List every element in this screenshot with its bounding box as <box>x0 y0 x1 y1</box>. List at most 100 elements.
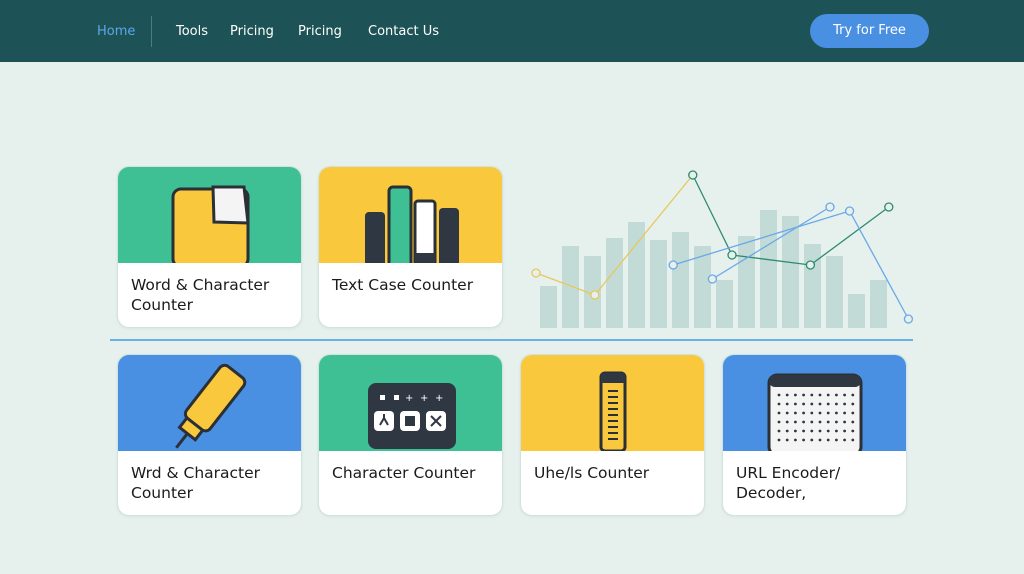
tool-card-wrd-character-counter[interactable]: Wrd & Character Counter <box>117 354 302 516</box>
grid-dot <box>794 429 797 433</box>
chart-point <box>825 202 835 212</box>
card-art <box>118 167 301 263</box>
chart-bar <box>870 280 887 328</box>
grid-dot <box>794 420 797 424</box>
chart-point <box>531 268 541 278</box>
grid-dot <box>843 438 846 442</box>
grid-dot <box>802 438 805 442</box>
analytics-chart <box>528 170 920 335</box>
grid-dot <box>826 411 830 415</box>
grid-dot <box>851 411 855 415</box>
grid-dot <box>785 411 789 415</box>
svg-text:+: + <box>405 393 413 404</box>
chart-point <box>884 202 894 212</box>
grid-dot <box>802 393 805 397</box>
try-for-free-button[interactable]: Try for Free <box>810 14 929 48</box>
nav-link-contact-us[interactable]: Contact Us <box>368 24 439 40</box>
chart-point <box>844 206 855 216</box>
grid-dot <box>818 393 822 397</box>
grid-dot <box>777 393 781 397</box>
chart-point <box>805 260 816 270</box>
tool-card-character-counter[interactable]: + + + Character Counter <box>318 354 503 516</box>
card-title: Word & Character Counter <box>131 276 270 314</box>
card-title: Wrd & Character Counter <box>131 464 261 502</box>
chart-bar <box>540 286 557 328</box>
chart-bar <box>738 236 755 328</box>
nav-link-tools[interactable]: Tools <box>176 24 208 40</box>
grid-dot <box>810 411 814 415</box>
card-title: Text Case Counter <box>332 276 474 294</box>
chart-bar <box>716 280 733 328</box>
chart-point <box>727 250 737 260</box>
chart-bar <box>782 216 799 328</box>
tool-card-uhels-counter[interactable]: Uhe/ls Counter <box>520 354 705 516</box>
grid-dot <box>777 420 781 424</box>
nav-divider <box>151 16 152 47</box>
grid-dot <box>826 402 830 406</box>
keypad-icon: + + + <box>368 383 456 449</box>
chart-point <box>688 170 698 180</box>
grid-dot <box>810 438 814 442</box>
chart-point <box>707 274 718 284</box>
grid-dot <box>843 420 846 424</box>
chart-point <box>668 260 678 270</box>
grid-dot <box>802 420 805 424</box>
bar-chart-icon <box>365 185 459 263</box>
svg-text:+: + <box>420 393 428 404</box>
grid-dot <box>785 438 789 442</box>
grid-dot <box>835 411 838 415</box>
grid-dot <box>818 411 822 415</box>
grid-dot <box>826 438 830 442</box>
chart-bar <box>760 210 777 328</box>
grid-dot <box>777 438 781 442</box>
grid-dot <box>802 411 805 415</box>
grid-dot <box>843 393 846 397</box>
grid-dot <box>802 429 805 433</box>
grid-dot <box>777 429 781 433</box>
nav-link-pricing[interactable]: Pricing <box>230 24 274 40</box>
grid-dot <box>835 429 838 433</box>
grid-dot <box>851 429 855 433</box>
grid-dot <box>802 402 805 406</box>
ruler-icon <box>599 371 627 451</box>
card-art <box>723 355 906 451</box>
chart-bar <box>826 256 843 328</box>
section-divider <box>110 339 913 341</box>
tool-card-url-encoder-decoder[interactable]: URL Encoder/ Decoder, <box>722 354 907 516</box>
grid-dot <box>818 420 822 424</box>
highlighter-icon <box>175 363 247 449</box>
nav-link-home[interactable]: Home <box>97 24 135 40</box>
tool-card-text-case-counter[interactable]: Text Case Counter <box>318 166 503 328</box>
card-title: Uhe/ls Counter <box>534 464 650 482</box>
tool-card-word-character-counter[interactable]: Word & Character Counter <box>117 166 302 328</box>
chart-point <box>590 290 600 300</box>
grid-dot <box>826 429 830 433</box>
grid-dot <box>777 402 781 406</box>
dot-grid-icon <box>767 373 863 451</box>
grid-dot <box>835 420 838 424</box>
chart-bar <box>672 232 689 328</box>
grid-dot <box>777 411 781 415</box>
grid-dot <box>843 411 846 415</box>
grid-dot <box>794 411 797 415</box>
nav-link-pricing-2[interactable]: Pricing <box>298 24 342 40</box>
card-title: URL Encoder/ Decoder, <box>736 464 841 502</box>
card-art: + + + <box>319 355 502 451</box>
grid-dot <box>835 402 838 406</box>
grid-dot <box>810 420 814 424</box>
grid-dot <box>785 402 789 406</box>
grid-dot <box>810 429 814 433</box>
grid-dot <box>826 420 830 424</box>
grid-dot <box>794 393 797 397</box>
chart-bar <box>562 246 579 328</box>
grid-dot <box>851 420 855 424</box>
chart-bar <box>804 244 821 328</box>
grid-dot <box>843 429 846 433</box>
chart-point <box>903 314 914 324</box>
grid-dot <box>818 402 822 406</box>
top-navbar: Home Tools Pricing Pricing Contact Us Tr… <box>0 0 1024 62</box>
analytics-chart-svg <box>531 170 914 328</box>
svg-text:+: + <box>435 393 443 404</box>
grid-dot <box>810 393 814 397</box>
grid-dot <box>835 393 838 397</box>
